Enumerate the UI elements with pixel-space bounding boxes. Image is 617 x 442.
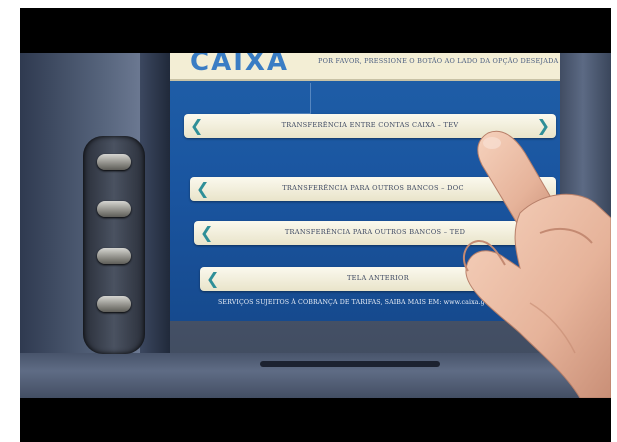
option-doc[interactable]: ❮ TRANSFERÊNCIA PARA OUTROS BANCOS – DOC [190, 177, 556, 201]
option-ted[interactable]: ❮ TRANSFERÊNCIA PARA OUTROS BANCOS – TED [194, 221, 556, 245]
option-label: TRANSFERÊNCIA PARA OUTROS BANCOS – TED [284, 228, 466, 236]
atm-lower-panel [20, 353, 611, 398]
atm-screen: CAIXA POR FAVOR, PRESSIONE O BOTÃO AO LA… [170, 53, 560, 321]
screen-header: CAIXA POR FAVOR, PRESSIONE O BOTÃO AO LA… [170, 53, 560, 81]
side-key-1[interactable] [97, 154, 131, 170]
decorative-lines [250, 83, 311, 114]
option-previous-screen[interactable]: ❮ TELA ANTERIOR [200, 267, 556, 291]
chevron-right-icon: ❯ [536, 116, 550, 135]
option-label: TRANSFERÊNCIA ENTRE CONTAS CAIXA – TEV [281, 121, 459, 129]
caixa-logo: CAIXA [190, 53, 290, 77]
atm-photo: CAIXA POR FAVOR, PRESSIONE O BOTÃO AO LA… [20, 53, 611, 398]
side-keypad [83, 136, 145, 354]
option-tev[interactable]: ❮ TRANSFERÊNCIA ENTRE CONTAS CAIXA – TEV… [184, 114, 556, 138]
option-label: TRANSFERÊNCIA PARA OUTROS BANCOS – DOC [282, 184, 464, 192]
video-frame: CAIXA POR FAVOR, PRESSIONE O BOTÃO AO LA… [20, 8, 611, 442]
side-key-3[interactable] [97, 248, 131, 264]
side-key-4[interactable] [97, 296, 131, 312]
option-label: TELA ANTERIOR [346, 274, 410, 282]
card-slot [260, 361, 440, 367]
fees-notice: SERVIÇOS SUJEITOS À COBRANÇA DE TARIFAS,… [218, 299, 498, 306]
side-key-2[interactable] [97, 201, 131, 217]
instruction-text: POR FAVOR, PRESSIONE O BOTÃO AO LADO DA … [318, 57, 559, 65]
